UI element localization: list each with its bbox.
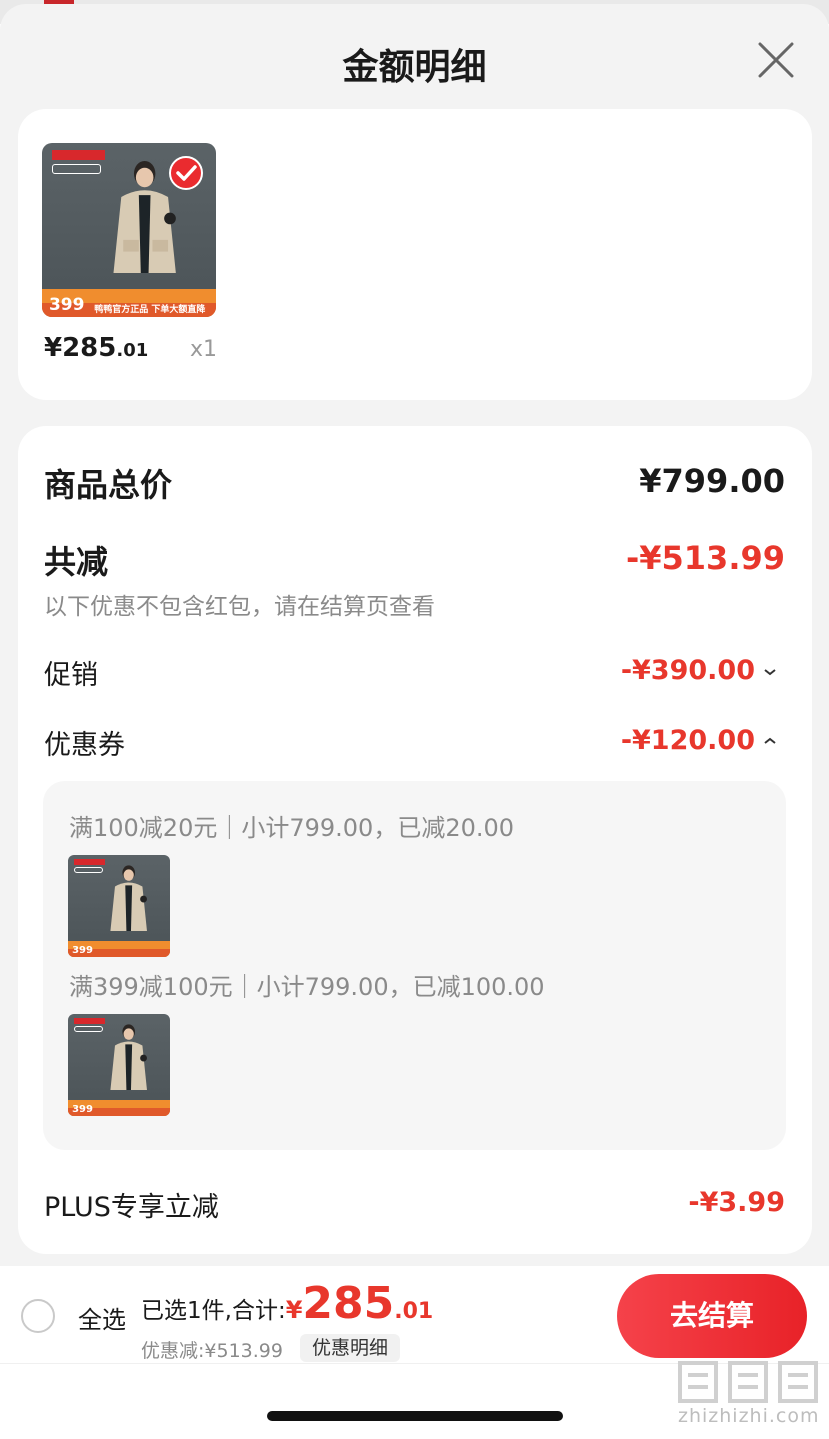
total-value: ¥799.00 [639, 462, 785, 500]
close-icon[interactable] [756, 40, 796, 80]
sheet-title: 金额明细 [342, 47, 487, 88]
order-total: 已选1件,合计:¥285.01 [141, 1278, 433, 1329]
product-price-cents: .01 [116, 340, 149, 361]
promotion-value[interactable]: -¥390.00 [621, 655, 755, 686]
coupon-item-1-text: 满100减20元｜小计799.00，已减20.00 [69, 814, 515, 842]
reduction-value: -¥513.99 [625, 539, 785, 577]
site-watermark: zhizhizhi.com [676, 1355, 822, 1435]
reduction-note: 以下优惠不包含红包，请在结算页查看 [44, 594, 435, 620]
product-price-main: ¥285 [44, 333, 117, 363]
coupon-label: 优惠券 [44, 730, 125, 761]
model-figure [110, 865, 147, 932]
watermark-site: zhizhizhi.com [678, 1405, 820, 1427]
total-label: 商品总价 [44, 466, 173, 504]
checkout-button[interactable]: 去结算 [617, 1274, 807, 1358]
image-price: 399 [72, 944, 93, 956]
select-all-radio[interactable] [21, 1299, 55, 1333]
total-amount: 285 [302, 1278, 395, 1329]
product-price: ¥285.01 [44, 333, 148, 363]
selected-check-icon[interactable] [168, 155, 204, 191]
plus-label: PLUS专享立减 [44, 1192, 219, 1223]
chevron-down-icon[interactable] [763, 667, 777, 677]
coupon-item-2-image: 399 [68, 1014, 170, 1116]
total-cents: .01 [394, 1299, 434, 1324]
reduction-label: 共减 [44, 543, 109, 581]
product-quantity: x1 [190, 337, 218, 362]
total-currency: ¥ [285, 1296, 303, 1324]
coupon-value[interactable]: -¥120.00 [621, 725, 755, 756]
discount-detail-link[interactable]: 优惠明细 [300, 1334, 401, 1362]
watermark-logo [678, 1361, 818, 1403]
promotion-label: 促销 [44, 660, 98, 691]
select-all-label[interactable]: 全选 [78, 1300, 126, 1335]
home-indicator [267, 1411, 563, 1421]
discount-summary: 优惠减:¥513.99 [141, 1340, 283, 1362]
coupon-item-2-text: 满399减100元｜小计799.00，已减100.00 [69, 973, 545, 1001]
plus-value: -¥3.99 [688, 1187, 785, 1218]
image-price: 399 [72, 1103, 93, 1115]
coupon-item-1-image: 399 [68, 855, 170, 957]
chevron-up-icon[interactable] [763, 736, 777, 746]
selected-count-label: 已选1件,合计: [141, 1298, 286, 1324]
image-slogan: 鸭鸭官方正品 下单大额直降 [94, 305, 206, 316]
model-figure [110, 1024, 147, 1091]
image-price: 399 [48, 295, 85, 316]
